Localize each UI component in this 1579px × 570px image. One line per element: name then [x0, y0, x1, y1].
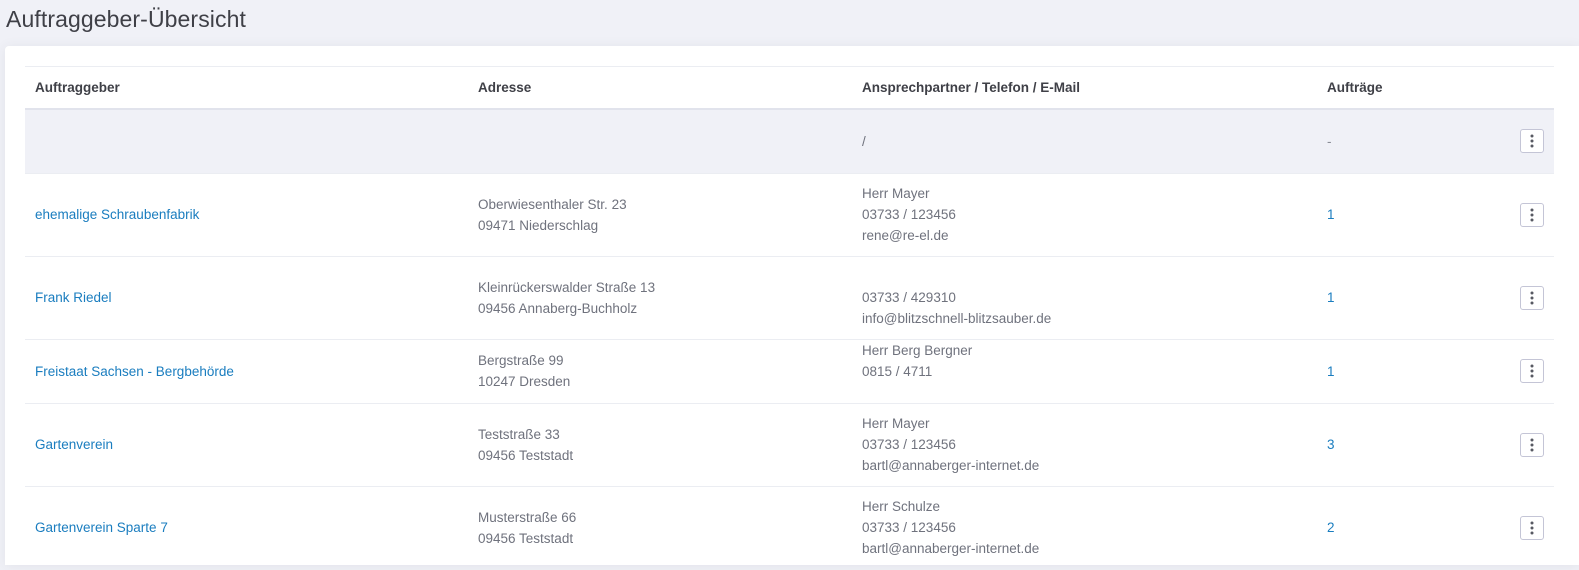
- contact-cell: Herr Mayer 03733 / 123456 rene@re-el.de: [852, 173, 1317, 256]
- client-name-cell: Freistaat Sachsen - Bergbehörde: [25, 339, 468, 403]
- orders-cell: -: [1317, 109, 1497, 174]
- actions-cell: [1497, 256, 1554, 339]
- table-header: Auftraggeber Adresse Ansprechpartner / T…: [25, 66, 1554, 109]
- contact-phone: /: [862, 133, 866, 149]
- column-header-client[interactable]: Auftraggeber: [25, 67, 468, 109]
- contact-cell: Herr Mayer 03733 / 123456 bartl@annaberger…: [852, 403, 1317, 486]
- contact-phone: 03733 / 123456: [862, 207, 956, 222]
- actions-cell: [1497, 173, 1554, 256]
- row-menu-button[interactable]: [1520, 202, 1544, 227]
- address-cell: Kleinrückerswalder Straße 13 09456 Annabe…: [468, 256, 852, 339]
- contact-phone: 03733 / 123456: [862, 520, 956, 535]
- contact-cell: Herr Schulze 03733 / 123456 bartl@annaberg…: [852, 486, 1317, 569]
- address-city: 09456 Teststadt: [478, 530, 574, 546]
- orders-count-link[interactable]: 1: [1327, 207, 1335, 222]
- row-menu-button[interactable]: [1520, 432, 1544, 457]
- column-header-orders[interactable]: Aufträge: [1317, 67, 1497, 109]
- row-menu-button[interactable]: [1520, 129, 1544, 153]
- contact-email: [862, 382, 1307, 403]
- contact-email: bartl@annaberger-internet.de: [862, 458, 1040, 473]
- orders-cell: 1: [1317, 173, 1497, 256]
- contact-email: info@blitzschnell-blitzsauber.de: [862, 311, 1052, 326]
- actions-cell: [1497, 403, 1554, 486]
- address-street: Oberwiesenthaler Str. 23: [478, 196, 627, 212]
- contact-person: Herr Mayer: [862, 186, 930, 201]
- orders-cell: 3: [1317, 403, 1497, 486]
- table-row[interactable]: / -: [25, 108, 1554, 174]
- column-header-contact[interactable]: Ansprechpartner / Telefon / E-Mail: [852, 67, 1317, 109]
- actions-cell: [1497, 486, 1554, 569]
- table-row[interactable]: ehemalige Schraubenfabrik Oberwiesenthale…: [25, 173, 1554, 256]
- address-street: Teststraße 33: [478, 426, 560, 442]
- client-name-cell: ehemalige Schraubenfabrik: [25, 173, 468, 256]
- orders-count-link[interactable]: 1: [1327, 290, 1335, 305]
- column-header-address[interactable]: Adresse: [468, 67, 852, 109]
- contact-phone: 0815 / 4711: [862, 363, 933, 379]
- row-menu-button[interactable]: [1520, 359, 1544, 383]
- contact-email: [862, 152, 1307, 173]
- page-title: Auftraggeber-Übersicht: [6, 6, 246, 32]
- vertical-dots-icon: [1530, 134, 1534, 148]
- client-name-cell: Frank Riedel: [25, 256, 468, 339]
- client-name-link[interactable]: Frank Riedel: [35, 290, 112, 305]
- vertical-dots-icon: [1530, 291, 1534, 304]
- table-row[interactable]: Freistaat Sachsen - Bergbehörde Bergstraß…: [25, 339, 1554, 403]
- contact-phone: 03733 / 123456: [862, 437, 956, 452]
- contact-phone: 03733 / 429310: [862, 290, 956, 305]
- address-cell: Bergstraße 99 10247 Dresden: [468, 339, 852, 403]
- client-name-cell: Gartenverein: [25, 403, 468, 486]
- contact-email: bartl@annaberger-internet.de: [862, 541, 1040, 556]
- orders-count-link[interactable]: 2: [1327, 520, 1335, 535]
- contact-cell: /: [852, 109, 1317, 174]
- client-table: Auftraggeber Adresse Ansprechpartner / T…: [25, 66, 1554, 570]
- orders-cell: 1: [1317, 339, 1497, 403]
- row-menu-button[interactable]: [1520, 515, 1544, 540]
- address-city: 10247 Dresden: [478, 374, 571, 389]
- client-name-link[interactable]: ehemalige Schraubenfabrik: [35, 207, 199, 222]
- table-body: / - ehemalige Schraubenfabrik Oberwiesenth…: [25, 108, 1554, 569]
- address-street: Bergstraße 99: [478, 353, 564, 368]
- orders-count-link[interactable]: 1: [1327, 364, 1335, 379]
- contact-cell: Herr Berg Bergner 0815 / 4711: [852, 339, 1317, 403]
- address-street: Musterstraße 66: [478, 509, 577, 525]
- address-cell: Musterstraße 66 09456 Teststadt: [468, 486, 852, 569]
- table-row[interactable]: Gartenverein Sparte 7 Musterstraße 66 0945…: [25, 486, 1554, 569]
- contact-person: Herr Schulze: [862, 499, 941, 514]
- orders-cell: 1: [1317, 256, 1497, 339]
- client-list-panel: Auftraggeber Adresse Ansprechpartner / T…: [5, 46, 1579, 569]
- actions-cell: [1497, 339, 1554, 403]
- table-row[interactable]: Gartenverein Teststraße 33 09456 Teststadt…: [25, 403, 1554, 486]
- vertical-dots-icon: [1530, 438, 1534, 451]
- orders-count: -: [1327, 133, 1332, 149]
- address-cell: Oberwiesenthaler Str. 23 09471 Niederschl…: [468, 173, 852, 256]
- row-menu-button[interactable]: [1520, 285, 1544, 310]
- address-city: 09456 Teststadt: [478, 447, 574, 463]
- client-name-link[interactable]: Gartenverein: [35, 437, 113, 452]
- address-cell: Teststraße 33 09456 Teststadt: [468, 403, 852, 486]
- contact-person: [862, 110, 1307, 131]
- orders-count-link[interactable]: 3: [1327, 437, 1335, 452]
- actions-cell: [1497, 109, 1554, 174]
- client-name-cell: Gartenverein Sparte 7: [25, 486, 468, 569]
- address-street: Kleinrückerswalder Straße 13: [478, 279, 656, 295]
- address-city: 09471 Niederschlag: [478, 217, 599, 233]
- vertical-dots-icon: [1530, 521, 1534, 534]
- contact-person: [862, 266, 1307, 287]
- client-name-cell: [25, 109, 468, 174]
- address-cell: [468, 109, 852, 174]
- client-name-link[interactable]: Freistaat Sachsen - Bergbehörde: [35, 364, 234, 379]
- contact-person: Herr Mayer: [862, 416, 930, 431]
- vertical-dots-icon: [1530, 208, 1534, 221]
- vertical-dots-icon: [1530, 364, 1534, 378]
- client-name-link[interactable]: Gartenverein Sparte 7: [35, 520, 168, 535]
- contact-cell: 03733 / 429310 info@blitzschnell-blitzsau…: [852, 256, 1317, 339]
- orders-cell: 2: [1317, 486, 1497, 569]
- column-header-actions: [1497, 67, 1554, 109]
- contact-email: rene@re-el.de: [862, 228, 949, 243]
- address-city: 09456 Annaberg-Buchholz: [478, 300, 638, 316]
- table-row[interactable]: Frank Riedel Kleinrückerswalder Straße 13…: [25, 256, 1554, 339]
- contact-person: Herr Berg Bergner: [862, 342, 973, 358]
